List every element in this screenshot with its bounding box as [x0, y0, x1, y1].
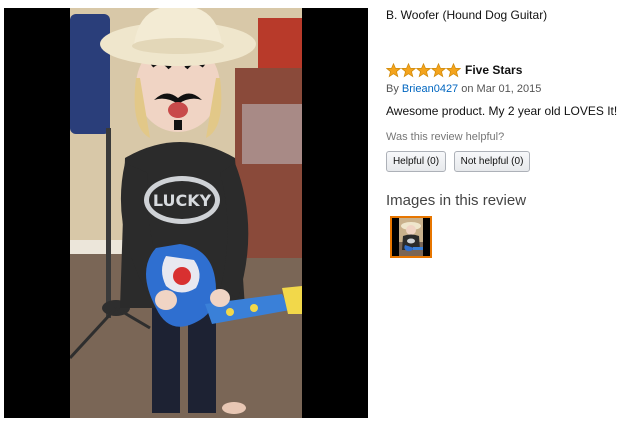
star-icon: [431, 62, 446, 77]
svg-text:LUCKY: LUCKY: [153, 191, 212, 210]
review-panel: B. Woofer (Hound Dog Guitar) Five Stars …: [386, 0, 636, 424]
review-image-thumbnail[interactable]: [390, 216, 432, 258]
star-rating: [386, 62, 461, 78]
star-icon: [416, 62, 431, 77]
star-icon: [446, 62, 461, 77]
helpful-button[interactable]: Helpful (0): [386, 151, 446, 172]
review-title[interactable]: Five Stars: [465, 63, 522, 77]
review-byline: By Briean0427 on Mar 01, 2015: [386, 83, 541, 95]
review-image-page: LUCKY B. Woofer (Hound Dog Guitar) Five …: [0, 0, 640, 424]
star-icon: [386, 62, 401, 77]
helpful-question: Was this review helpful?: [386, 131, 505, 143]
photo-illustration: LUCKY: [70, 8, 302, 418]
not-helpful-button[interactable]: Not helpful (0): [454, 151, 530, 172]
review-body: Awesome product. My 2 year old LOVES It!: [386, 104, 618, 118]
author-link[interactable]: Briean0427: [402, 83, 458, 95]
product-title[interactable]: B. Woofer (Hound Dog Guitar): [386, 8, 547, 22]
review-date: on Mar 01, 2015: [458, 83, 542, 95]
images-section-heading: Images in this review: [386, 192, 527, 209]
helpful-buttons: Helpful (0) Not helpful (0): [386, 151, 538, 172]
image-viewer[interactable]: LUCKY: [4, 8, 368, 418]
byline-prefix: By: [386, 83, 402, 95]
thumbnail-image: [392, 218, 430, 256]
rating-row: Five Stars: [386, 62, 522, 78]
star-icon: [401, 62, 416, 77]
review-photo: LUCKY: [70, 8, 302, 418]
